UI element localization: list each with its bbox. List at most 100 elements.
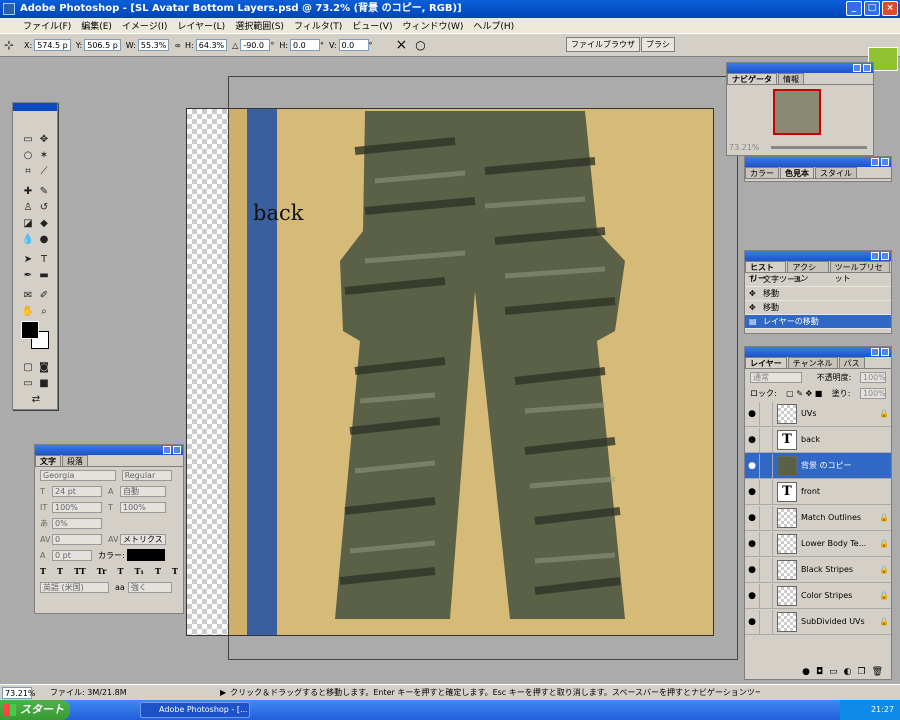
move-tool-icon[interactable]: ✥ [37, 133, 51, 147]
layer-link-cell[interactable] [759, 609, 773, 634]
history-brush-tool-icon[interactable]: ↺ [37, 201, 51, 215]
menu-help[interactable]: ヘルプ(H) [468, 19, 519, 32]
tab-info[interactable]: 情報 [778, 73, 804, 84]
layer-row[interactable]: ● Tback [745, 427, 891, 453]
menu-image[interactable]: イメージ(I) [117, 19, 173, 32]
layer-row[interactable]: ● UVs 🔒 [745, 401, 891, 427]
vskew-field[interactable]: 0.0 [338, 39, 369, 51]
tab-history[interactable]: ヒストリー [745, 261, 787, 283]
tab-paths[interactable]: パス [838, 357, 865, 368]
brush-tool-icon[interactable]: ✎ [37, 185, 51, 199]
faux-italic-button[interactable]: T [57, 566, 63, 576]
strikethrough-button[interactable]: T [172, 566, 178, 576]
new-layer-icon[interactable]: ❐ [857, 667, 865, 677]
baseline-shift-field[interactable]: 0 pt [52, 549, 92, 561]
subscript-button[interactable]: T₁ [134, 566, 143, 576]
minimize-button[interactable]: _ [846, 1, 862, 16]
panel-minimize-button[interactable] [853, 64, 861, 72]
layer-row[interactable]: ● Lower Body Te... 🔒 [745, 531, 891, 557]
dodge-tool-icon[interactable]: ● [37, 233, 51, 247]
tab-navigator[interactable]: ナビゲータ [727, 73, 777, 84]
tab-actions[interactable]: アクション [787, 261, 829, 283]
maximize-button[interactable]: □ [864, 1, 880, 16]
adjustment-layer-icon[interactable]: ◐ [844, 667, 852, 677]
underline-button[interactable]: T [155, 566, 161, 576]
layer-link-cell[interactable] [759, 479, 773, 504]
font-size-field[interactable]: 24 pt [52, 485, 102, 497]
start-button[interactable]: スタート [0, 700, 70, 720]
path-selection-tool-icon[interactable]: ➤ [21, 253, 35, 267]
language-select[interactable]: 英語 (米国) [40, 581, 109, 593]
superscript-button[interactable]: T [117, 566, 123, 576]
standard-mode-icon[interactable]: ▢ [21, 361, 35, 375]
history-item[interactable]: T 文字ツール [745, 273, 891, 287]
transform-bounding-box[interactable] [228, 76, 738, 660]
fill-field[interactable]: 100% [859, 387, 886, 399]
zoom-field[interactable]: 73.21% [2, 686, 36, 699]
tab-paragraph[interactable]: 段落 [62, 455, 88, 466]
layer-link-cell[interactable] [759, 531, 773, 556]
pen-tool-icon[interactable]: ✒ [21, 269, 35, 283]
magic-wand-tool-icon[interactable]: ✶ [37, 149, 51, 163]
layer-link-cell[interactable] [759, 427, 773, 452]
faux-bold-button[interactable]: T [40, 566, 46, 576]
fullscreen-mode-icon[interactable]: ■ [37, 377, 51, 391]
layer-row[interactable]: ● Match Outlines 🔒 [745, 505, 891, 531]
panel-minimize-button[interactable] [163, 446, 171, 454]
type-tool-icon[interactable]: T [37, 253, 51, 267]
menu-select[interactable]: 選択範囲(S) [230, 19, 289, 32]
panel-close-button[interactable] [881, 158, 889, 166]
link-icon[interactable]: ∞ [174, 41, 181, 50]
marquee-tool-icon[interactable]: ▭ [21, 133, 35, 147]
history-item-selected[interactable]: ▤ レイヤーの移動 [745, 315, 891, 329]
layer-row[interactable]: ● Black Stripes 🔒 [745, 557, 891, 583]
lock-icons[interactable]: ▢ ✎ ✥ ■ [786, 389, 822, 398]
delete-layer-icon[interactable]: 🗑 [872, 667, 883, 677]
layer-row[interactable]: ● Tfront [745, 479, 891, 505]
screen-mode-icon[interactable]: ▭ [21, 377, 35, 391]
tab-color[interactable]: カラー [745, 167, 779, 178]
anti-alias-select[interactable]: 強く [127, 581, 172, 593]
healing-brush-tool-icon[interactable]: ✚ [21, 185, 35, 199]
menu-view[interactable]: ビュー(V) [347, 19, 397, 32]
horizontal-scale-field[interactable]: 100% [120, 501, 166, 513]
slice-tool-icon[interactable]: ⟋ [37, 165, 51, 179]
layer-link-cell[interactable] [759, 557, 773, 582]
close-button[interactable]: × [882, 1, 898, 16]
tab-layers[interactable]: レイヤー [745, 357, 787, 368]
all-caps-button[interactable]: TT [74, 566, 86, 576]
eye-icon[interactable]: ● [745, 591, 759, 601]
layer-link-cell[interactable] [759, 505, 773, 530]
zoom-slider[interactable] [771, 146, 867, 149]
tab-character[interactable]: 文字 [35, 455, 61, 466]
height-field[interactable]: 64.3% [195, 39, 228, 51]
menu-window[interactable]: ウィンドウ(W) [397, 19, 468, 32]
text-color-swatch[interactable] [126, 549, 165, 561]
tab-channels[interactable]: チャンネル [787, 357, 838, 368]
eye-icon[interactable]: ● [745, 409, 759, 419]
panel-minimize-button[interactable] [871, 252, 879, 260]
layer-row-selected[interactable]: ● 背景 のコピー [745, 453, 891, 479]
layer-link-cell[interactable] [759, 401, 773, 426]
panel-close-button[interactable] [173, 446, 181, 454]
taskbar-photoshop-button[interactable]: Adobe Photoshop - [... [140, 702, 250, 718]
width-field[interactable]: 55.3% [137, 39, 170, 51]
menu-layer[interactable]: レイヤー(L) [172, 19, 230, 32]
blur-tool-icon[interactable]: 💧 [21, 233, 35, 247]
panel-close-button[interactable] [881, 252, 889, 260]
eye-icon[interactable]: ● [745, 565, 759, 575]
menu-file[interactable]: ファイル(F) [18, 19, 76, 32]
commit-transform-button[interactable]: ○ [415, 38, 425, 52]
navigator-zoom[interactable]: 73.21% [729, 143, 760, 152]
vertical-scale-field[interactable]: 100% [52, 501, 102, 513]
panel-close-button[interactable] [881, 348, 889, 356]
layer-row[interactable]: ● SubDivided UVs 🔒 [745, 609, 891, 635]
leading-field[interactable]: 自動 [120, 485, 166, 497]
zoom-tool-icon[interactable]: ⌕ [37, 305, 51, 319]
layer-mask-icon[interactable]: ◘ [816, 667, 823, 677]
font-family-select[interactable]: Georgia [40, 469, 116, 481]
menu-filter[interactable]: フィルタ(T) [289, 19, 347, 32]
small-caps-button[interactable]: Tr [97, 566, 107, 576]
eye-icon[interactable]: ● [745, 435, 759, 445]
angle-field[interactable]: -90.0 [240, 39, 271, 51]
